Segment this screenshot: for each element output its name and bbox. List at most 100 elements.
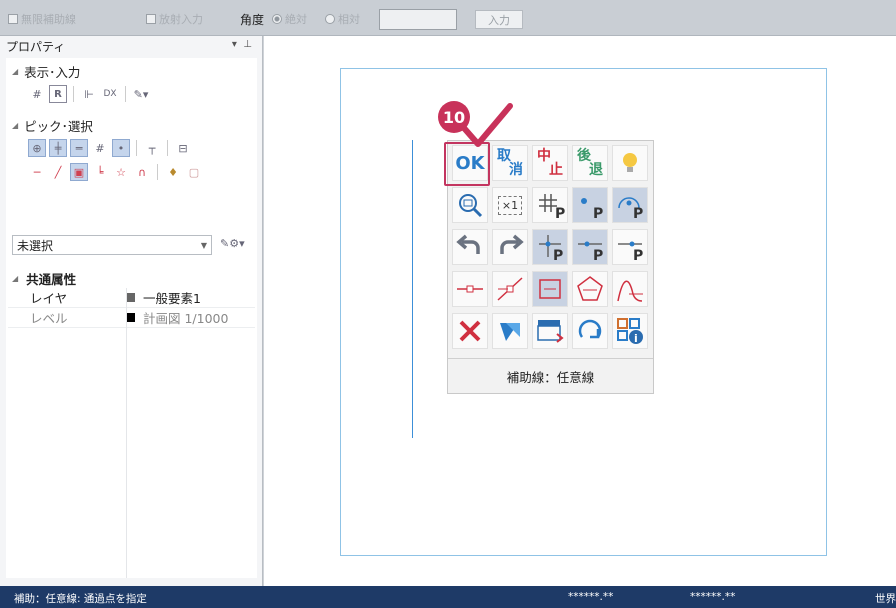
endpoint-pick-button[interactable]: P (612, 229, 648, 265)
panel-pin-icon[interactable]: ▾ ⊥ (232, 39, 252, 50)
separator (125, 86, 126, 102)
relative-radio[interactable]: 相対 (325, 11, 360, 27)
checkbox-box[interactable] (8, 14, 18, 24)
svg-text:i: i (634, 332, 638, 345)
rotate-view-button[interactable] (572, 313, 608, 349)
collapse-triangle-icon[interactable]: ◢ (12, 67, 18, 76)
select-curve-icon[interactable]: ∩ (133, 163, 151, 181)
infinite-aux-line-label: 無限補助線 (21, 13, 76, 26)
intersection-pick-button[interactable]: P (532, 229, 568, 265)
back-button[interactable]: 後 退 (572, 145, 608, 181)
prop-row-layer[interactable]: レイヤ 一般要素1 (8, 288, 255, 308)
prop-key: レイヤ (30, 291, 68, 306)
radio-dot[interactable] (325, 14, 335, 24)
polygon-select-button[interactable] (572, 271, 608, 307)
endpoint-pick-icon: P (618, 241, 643, 262)
pick-line-icon[interactable]: ═ (70, 139, 88, 157)
svg-text:P: P (555, 206, 565, 220)
enter-button[interactable]: 入力 (475, 10, 523, 29)
select-rect-icon[interactable]: ▣ (70, 163, 88, 181)
snap-settings-icon[interactable]: ✎▾ (132, 85, 150, 103)
zoom-window-button[interactable] (452, 187, 488, 223)
select-poly-icon[interactable]: ╘ (91, 163, 109, 181)
pick-cross-icon[interactable]: ╪ (49, 139, 67, 157)
separator (73, 86, 74, 102)
raster-icon[interactable]: R (49, 85, 67, 103)
symbol-icon[interactable]: ♦ (164, 163, 182, 181)
panel-title: プロパティ (6, 39, 66, 54)
point-select-button[interactable] (452, 271, 488, 307)
frame-icon[interactable]: ▢ (185, 163, 203, 181)
delete-button[interactable] (452, 313, 488, 349)
zoom-fit-button[interactable]: ×1 (492, 187, 528, 223)
filter-settings-icon[interactable]: ✎⚙▾ (220, 237, 250, 253)
trim-arrow-icon (500, 323, 520, 341)
line-pick-icon: P (578, 241, 603, 262)
dxdy-icon[interactable]: DX (101, 85, 119, 103)
absolute-label: 絶対 (285, 13, 307, 26)
undo-arrow-icon (456, 234, 480, 254)
abort-button[interactable]: 中 止 (532, 145, 568, 181)
trim-button[interactable] (492, 313, 528, 349)
hint-bulb-button[interactable] (612, 145, 648, 181)
checkbox-box[interactable] (146, 14, 156, 24)
back-label-bottom: 退 (589, 162, 603, 178)
select-shape-icon[interactable]: ☆ (112, 163, 130, 181)
window-switch-icon (537, 320, 564, 343)
grid-pick-button[interactable]: P (532, 187, 568, 223)
prop-value: 計画図 1/1000 (143, 311, 229, 326)
panel-body: ◢ 表示･入力 # R ⊩ DX ✎▾ ◢ ピック･選択 ⊕ ╪ ═ # • ┬… (6, 58, 257, 578)
angle-input[interactable] (379, 9, 457, 30)
separator (136, 140, 137, 156)
svg-text:P: P (633, 248, 643, 262)
collapse-triangle-icon[interactable]: ◢ (12, 274, 18, 283)
line-select-icon (497, 277, 523, 301)
line-pick-button[interactable]: P (572, 229, 608, 265)
palette-status-text: 補助線：任意線 (448, 358, 653, 393)
display-icon-row: # R ⊩ DX ✎▾ (28, 84, 150, 104)
common-props-title: 共通属性 (26, 272, 77, 287)
selection-value: 未選択 (17, 238, 54, 253)
level-color-swatch (126, 313, 135, 322)
pick-element-icon[interactable]: ⊟ (174, 139, 192, 157)
svg-text:P: P (633, 206, 643, 220)
collapse-triangle-icon[interactable]: ◢ (12, 121, 18, 130)
undo-button[interactable] (452, 229, 488, 265)
grid-icon[interactable]: # (28, 85, 46, 103)
select-line-icon[interactable]: ╱ (49, 163, 67, 181)
window-switch-button[interactable] (532, 313, 568, 349)
arc-pick-button[interactable]: P (612, 187, 648, 223)
rotate-arrow-icon (578, 319, 602, 339)
line-select-button[interactable] (492, 271, 528, 307)
radio-dot[interactable] (272, 14, 282, 24)
selection-dropdown[interactable]: 未選択 ▼ (12, 235, 212, 255)
pick-center-icon[interactable]: • (112, 139, 130, 157)
point-select-icon (457, 285, 483, 293)
zoom-window-icon (459, 194, 483, 218)
infinite-aux-line-checkbox[interactable]: 無限補助線 (8, 11, 76, 27)
rect-select-button[interactable] (532, 271, 568, 307)
center-pick-button[interactable]: P (572, 187, 608, 223)
prop-value: 一般要素1 (143, 291, 201, 306)
pick-grid-icon[interactable]: # (91, 139, 109, 157)
arc-pick-icon: P (618, 197, 643, 220)
common-props-header[interactable]: ◢ 共通属性 (12, 269, 76, 288)
curve-select-button[interactable] (612, 271, 648, 307)
svg-text:P: P (593, 248, 603, 262)
element-info-button[interactable]: i (612, 313, 648, 349)
pick-end-icon[interactable]: ┬ (143, 139, 161, 157)
cancel-label-bottom: 消 (509, 162, 523, 178)
zoom-fit-label: ×1 (497, 195, 523, 215)
redo-button[interactable] (492, 229, 528, 265)
section-pick-select[interactable]: ◢ ピック･選択 (12, 116, 93, 135)
select-point-icon[interactable]: ─ (28, 163, 46, 181)
chevron-down-icon[interactable]: ▼ (201, 241, 207, 250)
absolute-radio[interactable]: 絶対 (272, 11, 307, 27)
pick-point-icon[interactable]: ⊕ (28, 139, 46, 157)
prop-row-level[interactable]: レベル 計画図 1/1000 (8, 308, 255, 328)
radial-input-checkbox[interactable]: 放射入力 (146, 11, 203, 27)
angle-label: 角度 (240, 12, 265, 27)
rect-select-icon (539, 279, 561, 299)
section-display-input[interactable]: ◢ 表示･入力 (12, 62, 80, 81)
axis-icon[interactable]: ⊩ (80, 85, 98, 103)
